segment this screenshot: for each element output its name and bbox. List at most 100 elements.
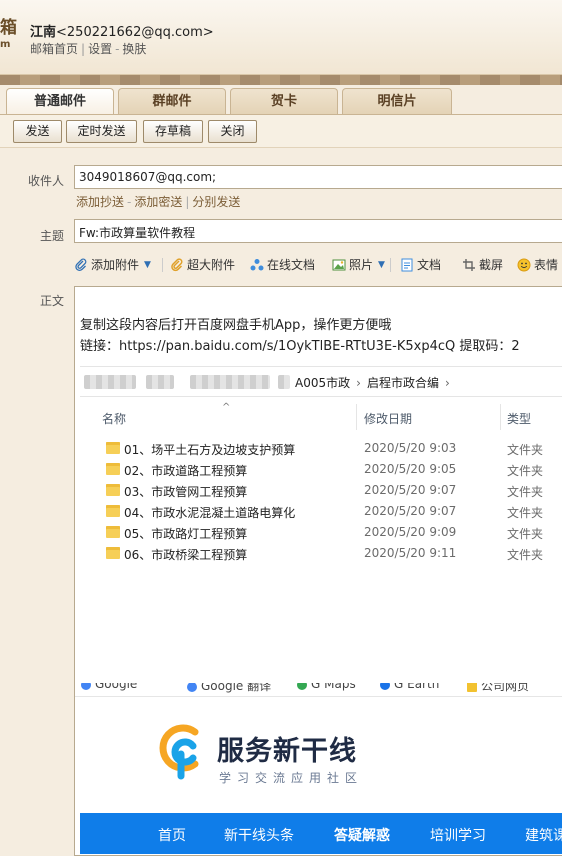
row-name: 05、市政路灯工程预算 [124,527,248,541]
subject-field[interactable]: Fw:市政算量软件教程 [74,219,562,243]
screenshot-icon [463,258,475,271]
online-doc-label: 在线文档 [267,258,316,272]
nav-item-qa[interactable]: 答疑解惑 [334,825,390,845]
chevron-down-icon[interactable]: ▼ [378,260,385,270]
row-type: 文件夹 [507,548,544,562]
recipient-options: 添加抄送 - 添加密送 | 分别发送 [76,193,240,210]
blurred-path [84,375,136,389]
tab-postcard[interactable]: 明信片 [342,88,452,114]
row-type: 文件夹 [507,464,544,478]
link-separator: - [115,42,120,56]
document-icon [401,258,413,271]
nav-item-training[interactable]: 培训学习 [430,825,486,845]
decorative-strip [0,75,562,85]
change-skin-link[interactable]: 换肤 [122,42,146,56]
logo-char: 箱 [0,18,17,38]
add-attachment-button[interactable]: 添加附件 ▼ [74,256,151,273]
row-type: 文件夹 [507,485,544,499]
pasted-bookmarks-bar: Google Google 翻译 G Maps G Earth 公司网页 [75,683,562,697]
row-date: 2020/5/20 9:07 [364,504,457,518]
brand-name: 服务新干线 [217,736,357,767]
big-attachment-label: 超大附件 [187,258,236,272]
folder-icon [106,463,120,475]
blurred-path [278,375,290,389]
nav-item-building[interactable]: 建筑课 [525,825,562,845]
pasted-explorer-screenshot: A005市政 › 启程市政合编 › ^ 名称 修改日期 类型 01、场平土石方及边坡支… [80,366,562,691]
document-label: 文档 [417,258,442,272]
row-name: 04、市政水泥混凝土道路电算化 [124,506,296,520]
site-nav-bar: 首页 新干线头条 答疑解惑 培训学习 建筑课 [80,813,562,854]
folder-icon [106,526,120,538]
emoji-icon [517,258,531,271]
table-row: 04、市政水泥混凝土道路电算化 2020/5/20 9:07 文件夹 [80,502,562,523]
add-bcc-link[interactable]: 添加密送 [134,195,182,209]
body-editor[interactable]: 复制这段内容后打开百度网盘手机App，操作更方便哦 链接：https://pan… [74,286,562,856]
body-link-line[interactable]: 链接：https://pan.baidu.com/s/1OykTlBE-RTtU… [80,335,520,354]
table-row: 01、场平土石方及边坡支护预算 2020/5/20 9:03 文件夹 [80,439,562,460]
mailbox-logo[interactable]: 箱 m [0,18,17,50]
photo-label: 照片 [349,258,374,272]
row-name: 06、市政桥梁工程预算 [124,548,248,562]
big-attachment-icon [171,257,183,271]
link-separator: | [185,195,190,209]
send-button[interactable]: 发送 [13,120,62,143]
tab-greeting-card[interactable]: 贺卡 [230,88,338,114]
row-name: 02、市政道路工程预算 [124,464,248,478]
nav-item-headlines[interactable]: 新干线头条 [224,825,294,845]
online-doc-button[interactable]: 在线文档 [250,256,315,273]
save-draft-button[interactable]: 存草稿 [143,120,203,143]
bookmark-item: G Earth [380,683,439,691]
folder-icon [467,683,477,692]
column-divider [356,404,357,430]
folder-icon [106,547,120,559]
paperclip-icon [75,258,87,271]
online-doc-icon [250,258,264,270]
big-attachment-button[interactable]: 超大附件 [170,256,235,273]
table-row: 03、市政管网工程预算 2020/5/20 9:07 文件夹 [80,481,562,502]
table-row: 06、市政桥梁工程预算 2020/5/20 9:11 文件夹 [80,544,562,565]
maps-icon [297,683,307,690]
column-divider [500,404,501,430]
tab-normal-mail[interactable]: 普通邮件 [6,88,114,116]
bookmark-item: G Maps [297,683,356,691]
document-button[interactable]: 文档 [400,256,441,273]
tab-group-mail[interactable]: 群邮件 [118,88,226,114]
mail-header: 箱 m 江南<250221662@qq.com> 邮箱首页 | 设置 - 换肤 [0,0,562,75]
bookmark-item: 公司网页 [467,683,529,694]
emoji-button[interactable]: 表情 [517,256,558,273]
col-name: 名称 [102,412,127,426]
add-cc-link[interactable]: 添加抄送 [76,195,124,209]
row-type: 文件夹 [507,527,544,541]
translate-icon [187,683,197,692]
table-row: 02、市政道路工程预算 2020/5/20 9:05 文件夹 [80,460,562,481]
screenshot-label: 截屏 [479,258,504,272]
body-text-line: 复制这段内容后打开百度网盘手机App，操作更方便哦 [80,318,392,333]
brand-tagline: 学习交流应用社区 [219,771,364,785]
chevron-down-icon[interactable]: ▼ [144,260,151,270]
nav-item-home[interactable]: 首页 [158,825,186,845]
logo-sub: m [0,39,11,50]
row-name: 03、市政管网工程预算 [124,485,248,499]
row-date: 2020/5/20 9:07 [364,483,457,497]
editor-toolbar: 添加附件 ▼ 超大附件 在线文档 照片 ▼ 文档 截屏 表情 [74,256,562,276]
settings-link[interactable]: 设置 [88,42,112,56]
row-type: 文件夹 [507,443,544,457]
link-separator: - [127,195,132,209]
schedule-send-button[interactable]: 定时发送 [66,120,137,143]
subject-label: 主题 [40,229,65,243]
to-label: 收件人 [28,174,65,188]
chevron-right-icon: › [444,376,450,390]
col-date: 修改日期 [364,412,413,426]
photo-button[interactable]: 照片 ▼ [332,256,385,273]
toolbar-divider [162,258,163,272]
mailbox-home-link[interactable]: 邮箱首页 [30,42,78,56]
send-separately-link[interactable]: 分别发送 [192,195,240,209]
chevron-right-icon: › [356,376,361,390]
header-links: 邮箱首页 | 设置 - 换肤 [30,40,146,57]
body-label: 正文 [40,294,65,308]
folder-icon [106,484,120,496]
screenshot-button[interactable]: 截屏 [462,256,503,273]
close-button[interactable]: 关闭 [208,120,257,143]
to-field[interactable]: 3049018607@qq.com; [74,165,562,189]
row-name: 01、场平土石方及边坡支护预算 [124,443,296,457]
